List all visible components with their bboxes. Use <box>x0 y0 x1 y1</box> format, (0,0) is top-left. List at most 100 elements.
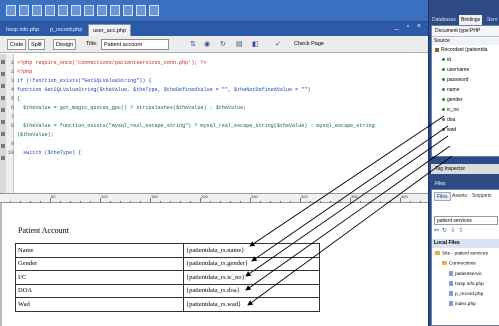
file-node[interactable]: hosp info.php <box>449 281 484 287</box>
paste-icon[interactable] <box>71 5 81 16</box>
word-wrap-icon[interactable] <box>1 144 5 148</box>
page-heading: Patient Account <box>18 226 69 235</box>
tab-assets[interactable]: Assets <box>450 192 469 201</box>
tag-inspector-header[interactable]: Tag Inspector <box>431 164 499 174</box>
file-node[interactable]: index.php <box>449 301 476 307</box>
open-documents-icon[interactable] <box>1 60 5 64</box>
table-cell-binding[interactable]: {patientdata_rs.doa} <box>183 283 320 298</box>
image-icon[interactable] <box>136 5 146 16</box>
table-cell-label[interactable]: Name <box>15 243 184 258</box>
window-controls[interactable]: _ ▫ × <box>395 23 424 30</box>
code-view-button[interactable]: Code <box>7 39 27 50</box>
table-cell-label[interactable]: Wad <box>15 297 184 312</box>
table-cell-binding[interactable]: {patientdata_rs.wad} <box>183 297 320 312</box>
table-cell-binding[interactable]: {patientdata_rs.ic_no} <box>183 270 320 285</box>
save-icon[interactable] <box>32 5 42 16</box>
tab-p-record[interactable]: p_record.php <box>46 24 86 36</box>
site-select[interactable]: patient services <box>434 216 498 225</box>
visual-aids-icon[interactable]: ◧ <box>252 40 259 48</box>
field-username[interactable]: username <box>442 67 469 73</box>
field-ic-no[interactable]: ic_no <box>442 107 459 113</box>
tab-bindings[interactable]: Bindings <box>459 15 483 25</box>
insert-icon[interactable] <box>110 5 120 16</box>
comment-icon[interactable] <box>1 156 5 160</box>
recordset-label: Recordset (patientda <box>441 47 488 53</box>
tab-user-acc[interactable]: user_acc.php <box>88 24 132 36</box>
field-password[interactable]: password <box>442 77 468 83</box>
split-view-button[interactable]: Split <box>28 39 45 50</box>
table-row: Gender {patientdata_rs.gender} <box>15 256 320 271</box>
validate-icon[interactable]: ✓ <box>275 40 281 48</box>
highlight-invalid-icon[interactable] <box>1 132 5 136</box>
tab-hosp-info[interactable]: hosp info.php <box>2 24 43 36</box>
new-icon[interactable] <box>6 5 16 16</box>
link-icon[interactable] <box>149 5 159 16</box>
file-management-icon[interactable]: ⇅ <box>190 40 196 48</box>
line-number: 6 <box>10 105 14 111</box>
tab-snippets[interactable]: Snippets <box>470 192 493 201</box>
field-wad[interactable]: wad <box>442 127 456 133</box>
balance-braces-icon[interactable] <box>1 108 5 112</box>
field-icon <box>442 88 445 92</box>
code-line: if (!function_exists("GetSQLValueString"… <box>17 78 152 84</box>
refresh-icon[interactable]: ↻ <box>442 228 450 234</box>
undo-icon[interactable] <box>84 5 94 16</box>
open-icon[interactable] <box>19 5 29 16</box>
expand-icon[interactable] <box>1 84 5 88</box>
site-root-node[interactable]: Site - patient services <box>435 251 488 256</box>
page-title-input[interactable] <box>101 39 169 50</box>
code-line: <?php <box>17 69 33 75</box>
select-parent-icon[interactable] <box>1 96 5 100</box>
field-label: ic_no <box>447 107 459 113</box>
document-type-select[interactable]: Document type:PHP <box>432 26 499 37</box>
field-doa[interactable]: doa <box>442 117 455 123</box>
line-number: 1 <box>10 60 14 66</box>
tab-files[interactable]: Files <box>434 192 451 201</box>
design-view-button[interactable]: Design <box>53 39 77 50</box>
field-icon <box>442 98 445 102</box>
table-cell-binding[interactable]: {patientdata_rs.gender} <box>183 256 320 271</box>
copy-icon[interactable] <box>58 5 68 16</box>
table-row: I/C {patientdata_rs.ic_no} <box>15 270 320 285</box>
file-node[interactable]: p_record.php <box>449 291 483 297</box>
get-files-icon[interactable]: ⇩ <box>450 228 458 234</box>
table-icon[interactable] <box>123 5 133 16</box>
connection-file-node[interactable]: patientservic <box>449 271 482 277</box>
refresh-icon[interactable]: ↻ <box>220 40 226 48</box>
put-files-icon[interactable]: ⇧ <box>458 228 466 234</box>
tab-server-behaviors[interactable]: Serv <box>485 15 499 25</box>
table-row: DOA {patientdata_rs.doa} <box>15 283 320 298</box>
field-label: username <box>447 67 470 73</box>
design-divider <box>0 203 2 326</box>
code-line: function GetSQLValueString($theValue, $t… <box>17 87 311 93</box>
recordset-node[interactable]: Recordset (patientda <box>435 47 487 53</box>
table-cell-binding[interactable]: {patientdata_rs.name} <box>183 243 320 258</box>
title-label: Title: <box>86 41 98 47</box>
tab-databases[interactable]: Databases <box>430 15 458 25</box>
ruler-label: 400 <box>401 194 408 199</box>
connections-folder-node[interactable]: Connections <box>442 261 476 266</box>
table-cell-label[interactable]: Gender <box>15 256 184 271</box>
view-options-icon[interactable]: ▤ <box>236 40 243 48</box>
check-page-button[interactable]: Check Page <box>294 41 324 47</box>
table-cell-label[interactable]: I/C <box>15 270 184 285</box>
code-editor[interactable]: 1 2 3 4 5 6 7 8 9 10 <?php require_once(… <box>0 54 428 193</box>
cut-icon[interactable] <box>45 5 55 16</box>
line-numbers-icon[interactable] <box>1 120 5 124</box>
document-tabs: hosp info.php p_record.php user_acc.php … <box>0 22 428 36</box>
folder-icon <box>442 261 447 265</box>
connect-icon[interactable]: ⚯ <box>434 228 442 234</box>
php-file-icon <box>449 271 453 276</box>
collapse-icon[interactable] <box>1 72 5 76</box>
field-name[interactable]: name <box>442 87 460 93</box>
design-view[interactable]: Patient Account Name {patientdata_rs.nam… <box>0 203 428 326</box>
line-number: 8 <box>10 123 14 129</box>
line-number: 5 <box>10 96 14 102</box>
field-gender[interactable]: gender <box>442 97 463 103</box>
field-id[interactable]: id <box>442 57 451 63</box>
preview-icon[interactable]: ◉ <box>204 40 210 48</box>
table-cell-label[interactable]: DOA <box>15 283 184 298</box>
files-panel-header[interactable]: Files <box>431 179 499 189</box>
redo-icon[interactable] <box>97 5 107 16</box>
ruler-label: 250 <box>251 194 258 199</box>
